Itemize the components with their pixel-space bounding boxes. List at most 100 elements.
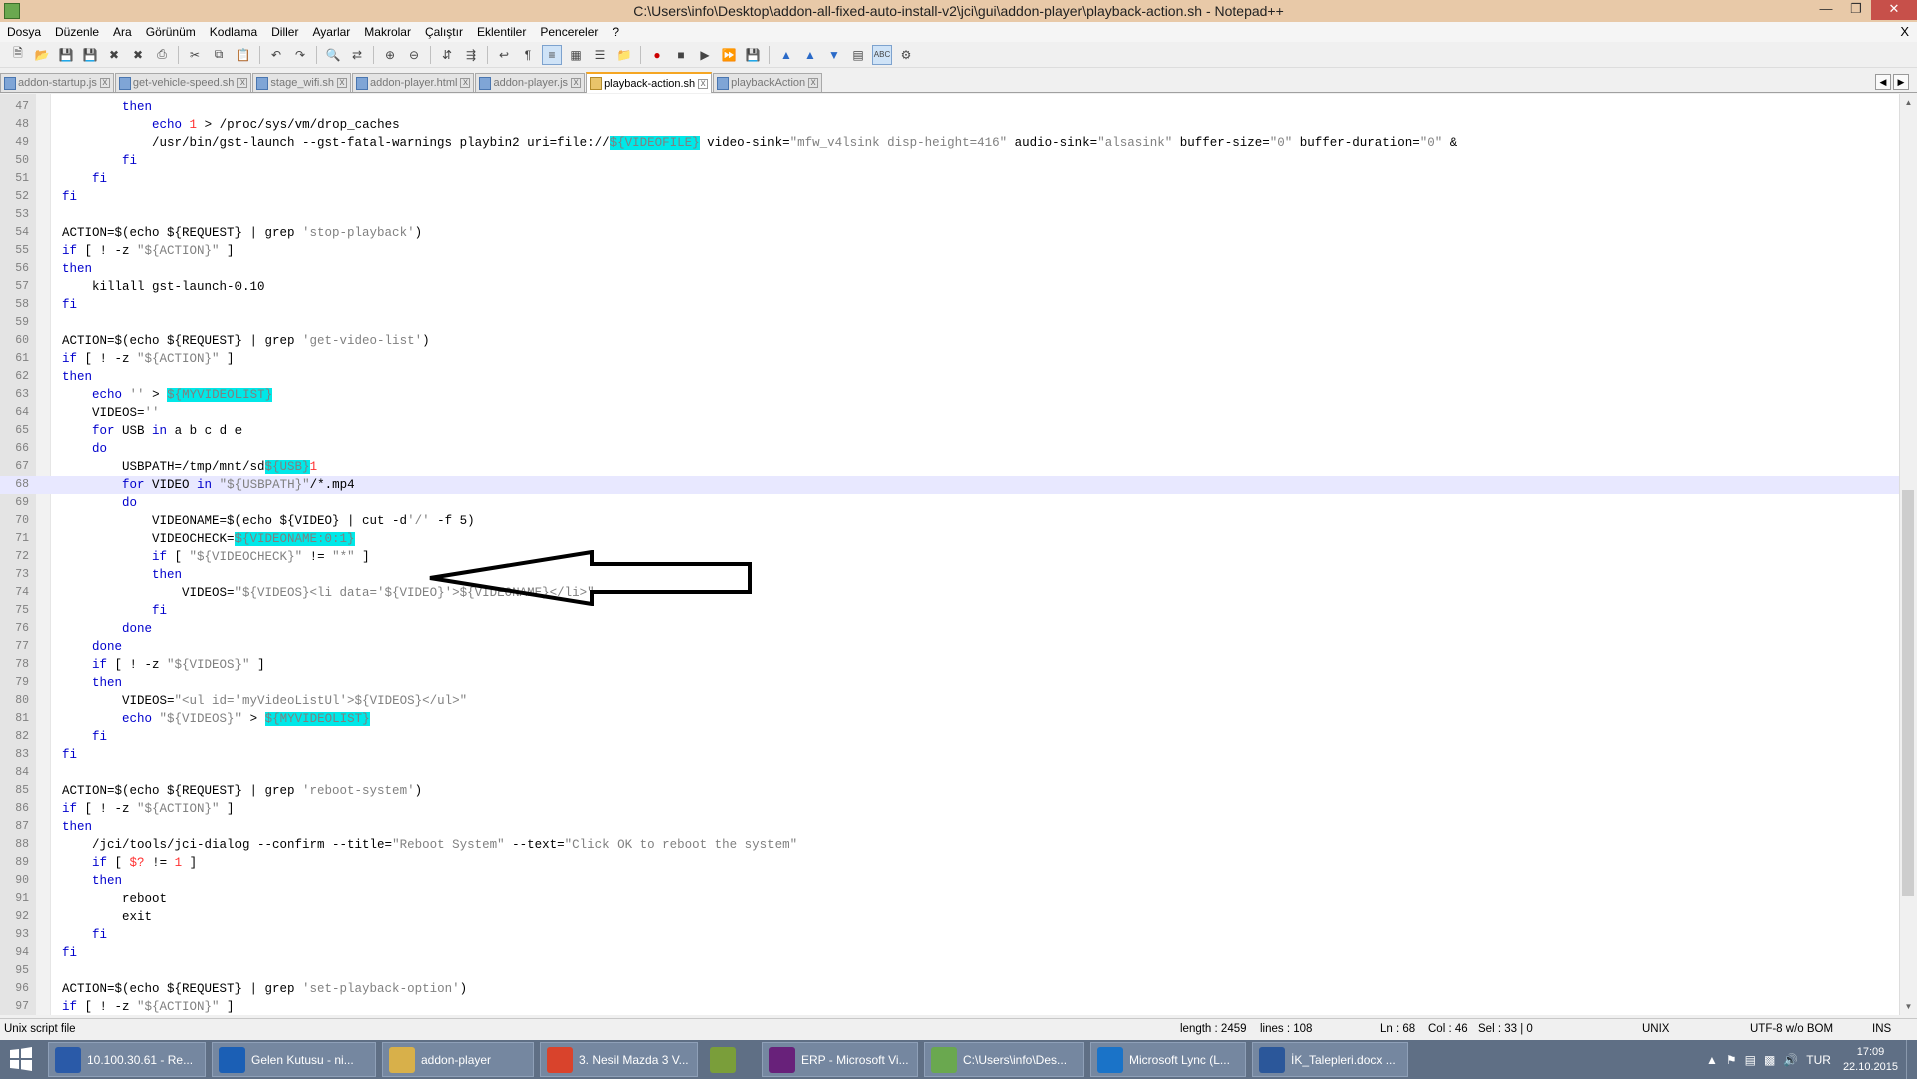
close-file-icon[interactable]: ✖ — [104, 45, 124, 65]
save-icon[interactable]: 💾 — [56, 45, 76, 65]
indent-guide-icon[interactable]: ≡ — [542, 44, 562, 65]
code-line[interactable]: 90 then — [0, 872, 1900, 890]
menu-item[interactable]: Çalıştır — [418, 25, 470, 39]
copy-icon[interactable]: ⧉ — [209, 45, 229, 65]
windows-start-icon[interactable] — [0, 1040, 42, 1079]
taskbar-item[interactable]: ERP - Microsoft Vi... — [762, 1042, 918, 1077]
taskbar-item[interactable]: Microsoft Lync (L... — [1090, 1042, 1246, 1077]
code-line[interactable]: 82 fi — [0, 728, 1900, 746]
menu-item[interactable]: Görünüm — [139, 25, 203, 39]
close-all-icon[interactable]: ✖ — [128, 45, 148, 65]
code-line[interactable]: 47 then — [0, 98, 1900, 116]
code-line[interactable]: 97 if [ ! -z "${ACTION}" ] — [0, 998, 1900, 1016]
minimize-icon[interactable]: — — [1811, 0, 1841, 20]
code-line[interactable]: 61 if [ ! -z "${ACTION}" ] — [0, 350, 1900, 368]
code-line[interactable]: 53 — [0, 206, 1900, 224]
menu-item[interactable]: Dosya — [0, 25, 48, 39]
code-line[interactable]: 63 echo '' > ${MYVIDEOLIST} — [0, 386, 1900, 404]
code-line[interactable]: 58 fi — [0, 296, 1900, 314]
code-line[interactable]: 89 if [ $? != 1 ] — [0, 854, 1900, 872]
code-line[interactable]: 64 VIDEOS='' — [0, 404, 1900, 422]
code-line[interactable]: 79 then — [0, 674, 1900, 692]
code-line[interactable]: 59 — [0, 314, 1900, 332]
print-icon[interactable]: ⎙ — [152, 45, 172, 65]
code-line[interactable]: 72 if [ "${VIDEOCHECK}" != "*" ] — [0, 548, 1900, 566]
code-line[interactable]: 57 killall gst-launch-0.10 — [0, 278, 1900, 296]
show-desktop-button[interactable] — [1906, 1040, 1917, 1079]
taskbar-item[interactable]: 3. Nesil Mazda 3 V... — [540, 1042, 698, 1077]
code-line[interactable]: 83 fi — [0, 746, 1900, 764]
folder-workspace-icon[interactable]: 📁 — [614, 45, 634, 65]
tab-file[interactable]: get-vehicle-speed.sh x — [114, 73, 252, 92]
status-eol[interactable]: UNIX — [1642, 1023, 1669, 1035]
bookmark-list-icon[interactable]: ▤ — [848, 45, 868, 65]
tab-scroll-left-icon[interactable]: ◀ — [1875, 74, 1891, 90]
code-line[interactable]: 68 for VIDEO in "${USBPATH}"/*.mp4 — [0, 476, 1900, 494]
tab-close-icon[interactable]: x — [237, 78, 248, 88]
tab-file[interactable]: addon-startup.js x — [0, 73, 114, 92]
stop-record-icon[interactable]: ■ — [671, 45, 691, 65]
menu-close-button[interactable]: X — [1900, 24, 1909, 39]
code-line[interactable]: 70 VIDEONAME=$(echo ${VIDEO} | cut -d'/'… — [0, 512, 1900, 530]
clock[interactable]: 17:09 22.10.2015 — [1843, 1045, 1898, 1075]
code-line[interactable]: 95 — [0, 962, 1900, 980]
function-list-icon[interactable]: ☰ — [590, 45, 610, 65]
code-line[interactable]: 94 fi — [0, 944, 1900, 962]
code-line[interactable]: 67 USBPATH=/tmp/mnt/sd${USB}1 — [0, 458, 1900, 476]
taskbar-item[interactable]: Gelen Kutusu - ni... — [212, 1042, 376, 1077]
menu-item[interactable]: Ara — [106, 25, 139, 39]
show-hidden-icons-icon[interactable]: ▲ — [1706, 1053, 1718, 1067]
open-file-icon[interactable]: 📂 — [32, 45, 52, 65]
code-line[interactable]: 75 fi — [0, 602, 1900, 620]
tab-file[interactable]: stage_wifi.sh x — [252, 73, 351, 92]
code-line[interactable]: 52 fi — [0, 188, 1900, 206]
tab-close-icon[interactable]: x — [808, 78, 819, 88]
code-line[interactable]: 50 fi — [0, 152, 1900, 170]
taskbar-item[interactable]: İK_Talepleri.docx ... — [1252, 1042, 1408, 1077]
tab-close-icon[interactable]: x — [698, 78, 709, 89]
language-indicator[interactable]: TUR — [1806, 1053, 1831, 1067]
code-line[interactable]: 86 if [ ! -z "${ACTION}" ] — [0, 800, 1900, 818]
paste-icon[interactable]: 📋 — [233, 45, 253, 65]
restore-icon[interactable]: ❐ — [1841, 0, 1871, 20]
tab-close-icon[interactable]: x — [571, 78, 582, 88]
menu-item[interactable]: Düzenle — [48, 25, 106, 39]
tab-close-icon[interactable]: x — [337, 78, 347, 88]
code-line[interactable]: 56 then — [0, 260, 1900, 278]
doc-map-icon[interactable]: ▦ — [566, 45, 586, 65]
code-line[interactable]: 54 ACTION=$(echo ${REQUEST} | grep 'stop-… — [0, 224, 1900, 242]
code-line[interactable]: 78 if [ ! -z "${VIDEOS}" ] — [0, 656, 1900, 674]
menu-item[interactable]: Ayarlar — [305, 25, 357, 39]
code-line[interactable]: 60 ACTION=$(echo ${REQUEST} | grep 'get-v… — [0, 332, 1900, 350]
menu-item[interactable]: Makrolar — [357, 25, 418, 39]
code-line[interactable]: 74 VIDEOS="${VIDEOS}<li data='${VIDEO}'>… — [0, 584, 1900, 602]
tab-file[interactable]: playbackAction x — [713, 73, 823, 92]
code-line[interactable]: 84 — [0, 764, 1900, 782]
code-line[interactable]: 48 echo 1 > /proc/sys/vm/drop_caches — [0, 116, 1900, 134]
record-macro-icon[interactable]: ● — [647, 45, 667, 65]
taskbar-item[interactable]: addon-player — [382, 1042, 534, 1077]
bookmark-icon[interactable]: ▲ — [776, 45, 796, 65]
code-line[interactable]: 77 done — [0, 638, 1900, 656]
code-line[interactable]: 85 ACTION=$(echo ${REQUEST} | grep 'reboo… — [0, 782, 1900, 800]
code-line[interactable]: 91 reboot — [0, 890, 1900, 908]
scroll-down-icon[interactable]: ▼ — [1900, 998, 1917, 1015]
taskbar-item[interactable]: 10.100.30.61 - Re... — [48, 1042, 206, 1077]
code-line[interactable]: 69 do — [0, 494, 1900, 512]
taskbar-item[interactable]: C:\Users\info\Des... — [924, 1042, 1084, 1077]
status-encoding[interactable]: UTF-8 w/o BOM — [1750, 1023, 1833, 1035]
code-line[interactable]: 49 /usr/bin/gst-launch --gst-fatal-warni… — [0, 134, 1900, 152]
code-line[interactable]: 71 VIDEOCHECK=${VIDEONAME:0:1} — [0, 530, 1900, 548]
show-all-chars-icon[interactable]: ¶ — [518, 45, 538, 65]
menu-item[interactable]: Diller — [264, 25, 305, 39]
code-line[interactable]: 65 for USB in a b c d e — [0, 422, 1900, 440]
redo-icon[interactable]: ↷ — [290, 45, 310, 65]
code-line[interactable]: 66 do — [0, 440, 1900, 458]
word-wrap-icon[interactable]: ↩ — [494, 45, 514, 65]
run-macro-multiple-icon[interactable]: ⏩ — [719, 45, 739, 65]
spellcheck-icon[interactable]: ABC — [872, 44, 892, 65]
code-line[interactable]: 73 then — [0, 566, 1900, 584]
vertical-scrollbar[interactable]: ▲ ▼ — [1899, 94, 1917, 1015]
sync-horizontal-icon[interactable]: ⇶ — [461, 45, 481, 65]
code-line[interactable]: 92 exit — [0, 908, 1900, 926]
